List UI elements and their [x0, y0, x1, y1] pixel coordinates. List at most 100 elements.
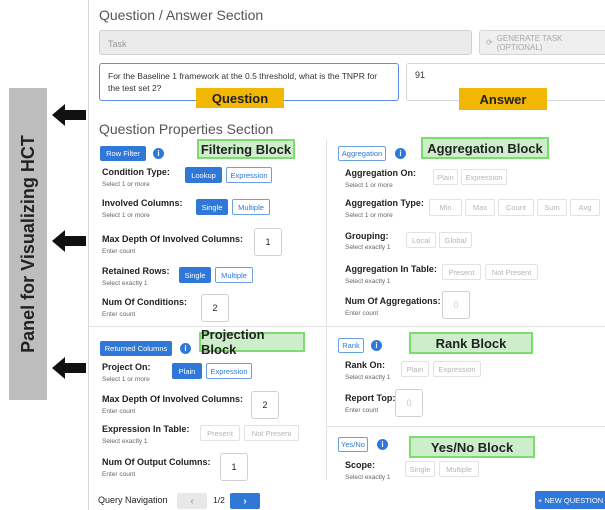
report-top-hint: Enter count [345, 407, 379, 414]
not-present-option[interactable]: Not Present [485, 264, 538, 280]
global-option[interactable]: Global [439, 232, 472, 248]
aggregation-type-hint: Select 1 or more [345, 212, 393, 219]
num-output-columns-input[interactable]: 1 [220, 453, 248, 481]
lookup-option[interactable]: Lookup [185, 167, 222, 183]
retained-rows-label: Retained Rows: [102, 266, 170, 276]
hct-side-panel: Panel for Visualizing HCT [9, 88, 47, 400]
info-icon[interactable]: i [395, 148, 406, 159]
max-option[interactable]: Max [465, 199, 495, 216]
rank-on-label: Rank On: [345, 360, 386, 370]
expression-option[interactable]: Expression [433, 361, 481, 377]
sum-option[interactable]: Sum [537, 199, 567, 216]
plain-option[interactable]: Plain [172, 363, 202, 379]
info-icon[interactable]: i [377, 439, 388, 450]
local-option[interactable]: Local [406, 232, 436, 248]
project-on-label: Project On: [102, 362, 151, 372]
num-output-columns-hint: Enter count [102, 471, 136, 478]
rank-on-hint: Select exactly 1 [345, 374, 391, 381]
max-depth-hint: Enter count [102, 248, 136, 255]
plain-option[interactable]: Plain [433, 169, 458, 185]
num-conditions-hint: Enter count [102, 311, 136, 318]
present-option[interactable]: Present [442, 264, 481, 280]
num-aggregations-label: Num Of Aggregations: [345, 296, 441, 306]
num-aggregations-hint: Enter count [345, 310, 379, 317]
expression-in-table-label: Expression In Table: [102, 424, 190, 434]
props-section-title: Question Properties Section [99, 121, 274, 137]
scope-hint: Select exactly 1 [345, 474, 391, 481]
multiple-option[interactable]: Multiple [232, 199, 270, 215]
max-depth-label: Max Depth Of Involved Columns: [102, 234, 244, 244]
block-divider [89, 326, 605, 327]
query-navigation-label: Query Navigation [98, 495, 168, 505]
generate-task-button[interactable]: ⟳ GENERATE TASK (OPTIONAL) [479, 30, 605, 55]
not-present-option[interactable]: Not Present [244, 425, 299, 441]
returned-columns-button[interactable]: Returned Columns [100, 341, 172, 356]
min-option[interactable]: Min [429, 199, 462, 216]
multiple-option[interactable]: Multiple [215, 267, 253, 283]
aggregation-button[interactable]: Aggregation [338, 146, 386, 161]
num-conditions-input[interactable]: 2 [201, 294, 229, 322]
num-output-columns-label: Num Of Output Columns: [102, 457, 211, 467]
projection-max-depth-hint: Enter count [102, 408, 136, 415]
aggregation-in-table-label: Aggregation In Table: [345, 264, 437, 274]
avg-option[interactable]: Avg [570, 199, 600, 216]
condition-type-label: Condition Type: [102, 167, 170, 177]
projection-max-depth-input[interactable]: 2 [251, 391, 279, 419]
arrow-left-icon [52, 230, 86, 252]
expression-option[interactable]: Expression [226, 167, 272, 183]
plain-option[interactable]: Plain [401, 361, 429, 377]
refresh-icon: ⟳ [486, 38, 493, 47]
info-icon[interactable]: i [371, 340, 382, 351]
aggregation-block-callout: Aggregation Block [421, 137, 549, 159]
num-conditions-label: Num Of Conditions: [102, 297, 187, 307]
aggregation-in-table-hint: Select exactly 1 [345, 278, 391, 285]
side-panel-label: Panel for Visualizing HCT [17, 135, 38, 353]
projection-block-callout: Projection Block [199, 327, 305, 357]
task-input[interactable]: Task [99, 30, 472, 55]
involved-columns-label: Involved Columns: [102, 198, 183, 208]
aggregation-on-hint: Select 1 or more [345, 182, 393, 189]
scope-label: Scope: [345, 460, 376, 470]
projection-max-depth-label: Max Depth Of Involved Columns: [102, 394, 244, 404]
single-option[interactable]: Single [405, 461, 435, 477]
single-option[interactable]: Single [196, 199, 228, 215]
rank-block-callout: Rank Block [409, 332, 533, 354]
max-depth-input[interactable]: 1 [254, 228, 282, 256]
answer-callout: Answer [459, 88, 547, 110]
arrow-left-icon [52, 104, 86, 126]
yes-no-block-callout: Yes/No Block [409, 436, 535, 458]
single-option[interactable]: Single [179, 267, 211, 283]
expression-option[interactable]: Expression [461, 169, 507, 185]
arrow-left-icon [52, 357, 86, 379]
aggregation-on-label: Aggregation On: [345, 168, 416, 178]
block-divider [327, 426, 605, 427]
info-icon[interactable]: i [180, 343, 191, 354]
num-aggregations-input[interactable]: 0 [442, 291, 470, 319]
retained-rows-hint: Select exactly 1 [102, 280, 148, 287]
involved-columns-hint: Select 1 or more [102, 212, 150, 219]
report-top-input[interactable]: 0 [395, 389, 423, 417]
column-divider [326, 140, 327, 480]
next-page-button[interactable]: › [230, 493, 260, 509]
grouping-label: Grouping: [345, 231, 389, 241]
page-indicator: 1/2 [213, 495, 225, 505]
rank-button[interactable]: Rank [338, 338, 364, 353]
present-option[interactable]: Present [200, 425, 240, 441]
new-question-button[interactable]: + NEW QUESTION [535, 491, 605, 509]
expression-option[interactable]: Expression [206, 363, 252, 379]
report-top-label: Report Top: [345, 393, 396, 403]
generate-task-label: GENERATE TASK (OPTIONAL) [496, 33, 563, 52]
chevron-left-icon: ‹ [190, 495, 194, 507]
expression-in-table-hint: Select exactly 1 [102, 438, 148, 445]
project-on-hint: Select 1 or more [102, 376, 150, 383]
condition-type-hint: Select 1 or more [102, 181, 150, 188]
yes-no-button[interactable]: Yes/No [338, 437, 368, 452]
question-callout: Question [196, 88, 284, 108]
main-panel: Question / Answer Section Task ⟳ GENERAT… [88, 0, 605, 510]
multiple-option[interactable]: Multiple [439, 461, 479, 477]
info-icon[interactable]: i [153, 148, 164, 159]
count-option[interactable]: Count [498, 199, 534, 216]
row-filter-button[interactable]: Row Filter [100, 146, 146, 161]
filtering-block-callout: Filtering Block [197, 139, 295, 159]
prev-page-button[interactable]: ‹ [177, 493, 207, 509]
